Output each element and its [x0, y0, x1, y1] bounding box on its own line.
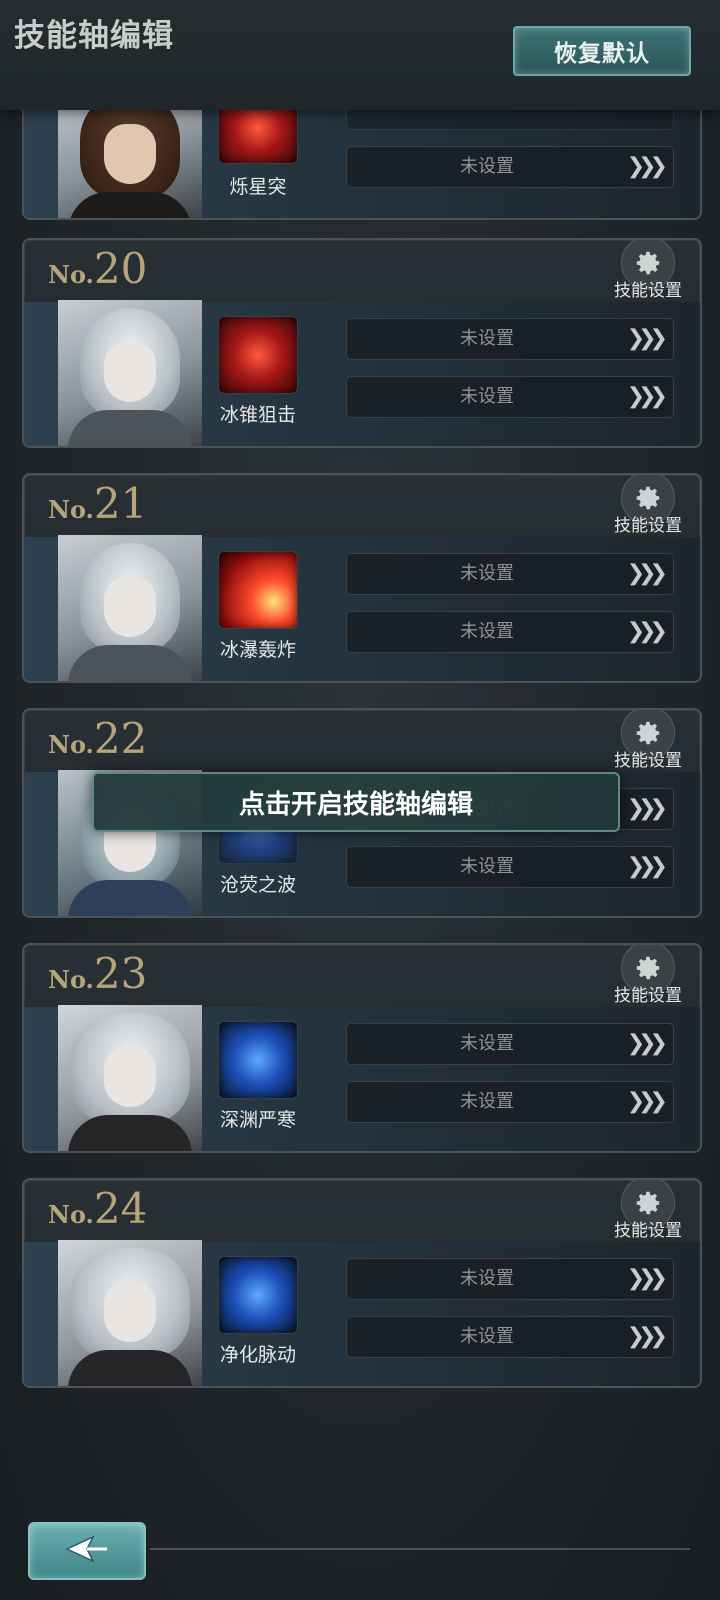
skill-icon[interactable]	[218, 1256, 298, 1334]
character-portrait[interactable]	[58, 535, 202, 681]
skill-slot[interactable]: 未设置 ❯❯❯	[346, 553, 674, 595]
skill-name: 冰锥狙击	[219, 404, 296, 426]
skill-icon[interactable]	[218, 551, 298, 629]
back-button[interactable]	[28, 1522, 146, 1580]
slot-label: 未设置	[460, 1091, 514, 1112]
skill-settings-label: 技能设置	[614, 281, 682, 301]
skill-settings-label: 技能设置	[614, 516, 682, 536]
skill-slot[interactable]: 未设置 ❯❯❯	[346, 611, 674, 653]
skill-icon[interactable]	[218, 316, 298, 394]
restore-default-button[interactable]: 恢复默认	[513, 26, 691, 76]
chevron-right-icon: ❯❯❯	[626, 854, 668, 879]
skill-name: 冰瀑轰炸	[219, 639, 296, 661]
top-bar: 技能轴编辑 恢复默认	[0, 0, 720, 110]
slot-label: 未设置	[460, 328, 514, 349]
skill-icon[interactable]	[218, 1021, 298, 1099]
skill-slot[interactable]	[346, 108, 674, 130]
chevron-right-icon: ❯❯❯	[626, 619, 668, 644]
skill-settings-button[interactable]: 技能设置	[605, 945, 691, 1011]
card-number: No.23	[48, 949, 148, 998]
chevron-right-icon: ❯❯❯	[626, 796, 668, 821]
skill-slot[interactable]: 未设置 ❯❯❯	[346, 846, 674, 888]
skill-settings-button[interactable]: 技能设置	[605, 710, 691, 776]
slot-label: 未设置	[460, 1326, 514, 1347]
skill-settings-button[interactable]: 技能设置	[605, 1180, 691, 1246]
character-portrait[interactable]	[58, 1005, 202, 1151]
skill-settings-button[interactable]: 技能设置	[605, 475, 691, 541]
skill-settings-button[interactable]: 技能设置	[605, 240, 691, 306]
character-portrait[interactable]	[58, 1240, 202, 1386]
slot-label: 未设置	[460, 1033, 514, 1054]
chevron-right-icon: ❯❯❯	[626, 1031, 668, 1056]
slot-label: 未设置	[460, 386, 514, 407]
skill-slot[interactable]: 未设置 ❯❯❯	[346, 1081, 674, 1123]
character-portrait[interactable]	[58, 300, 202, 446]
slot-label: 未设置	[460, 156, 514, 177]
slot-label: 未设置	[460, 856, 514, 877]
chevron-right-icon: ❯❯❯	[626, 1089, 668, 1114]
skill-slot[interactable]: 未设置 ❯❯❯	[346, 1258, 674, 1300]
chevron-right-icon: ❯❯❯	[626, 1266, 668, 1291]
skill-name: 深渊严寒	[219, 1109, 296, 1131]
card-number: No.21	[48, 479, 148, 528]
slot-label: 未设置	[460, 621, 514, 642]
page-title: 技能轴编辑	[14, 18, 174, 54]
skill-name: 沧荧之波	[219, 874, 296, 896]
skill-card: No.24 技能设置 净化脉动 未设置 ❯❯❯ 未设置 ❯❯❯	[22, 1178, 702, 1388]
skill-name: 净化脉动	[219, 1344, 296, 1366]
skill-slot[interactable]: 未设置 ❯❯❯	[346, 318, 674, 360]
chevron-right-icon: ❯❯❯	[626, 1324, 668, 1349]
skill-slot[interactable]: 未设置 ❯❯❯	[346, 146, 674, 188]
chevron-right-icon: ❯❯❯	[626, 154, 668, 179]
slot-label: 未设置	[460, 563, 514, 584]
edit-hint-toast[interactable]: 点击开启技能轴编辑	[92, 772, 620, 832]
card-number: No.24	[48, 1184, 148, 1233]
back-arrow-icon	[63, 1534, 111, 1568]
card-number: No.20	[48, 244, 148, 293]
skill-name: 烁星突	[229, 176, 287, 198]
skill-slot[interactable]: 未设置 ❯❯❯	[346, 1023, 674, 1065]
chevron-right-icon: ❯❯❯	[626, 384, 668, 409]
skill-settings-label: 技能设置	[614, 986, 682, 1006]
skill-card: No.20 技能设置 冰锥狙击 未设置 ❯❯❯ 未设置 ❯❯❯	[22, 238, 702, 448]
skill-card: No.21 技能设置 冰瀑轰炸 未设置 ❯❯❯ 未设置 ❯❯❯	[22, 473, 702, 683]
card-number: No.22	[48, 714, 148, 763]
chevron-right-icon: ❯❯❯	[626, 326, 668, 351]
slot-label: 未设置	[460, 1268, 514, 1289]
chevron-right-icon: ❯❯❯	[626, 561, 668, 586]
skill-card: No.23 技能设置 深渊严寒 未设置 ❯❯❯ 未设置 ❯❯❯	[22, 943, 702, 1153]
bottom-divider	[150, 1548, 690, 1550]
skill-settings-label: 技能设置	[614, 1221, 682, 1241]
skill-slot[interactable]: 未设置 ❯❯❯	[346, 376, 674, 418]
skill-slot[interactable]: 未设置 ❯❯❯	[346, 1316, 674, 1358]
skill-settings-label: 技能设置	[614, 751, 682, 771]
